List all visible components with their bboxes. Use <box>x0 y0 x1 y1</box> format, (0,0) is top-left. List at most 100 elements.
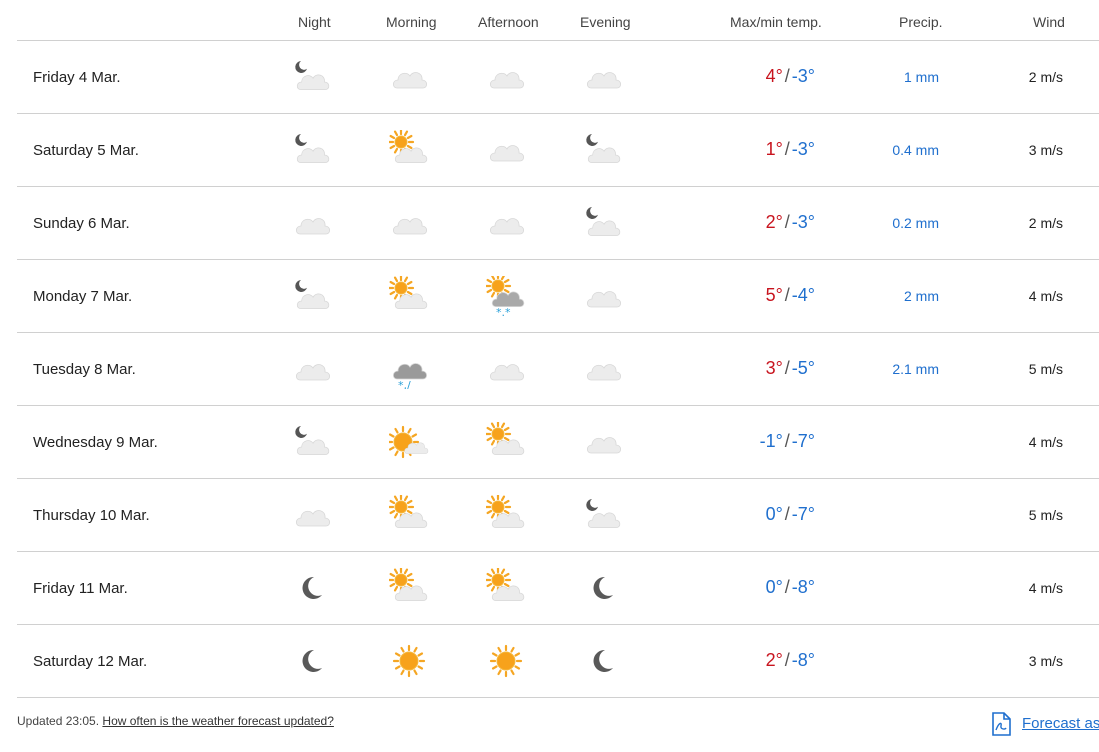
partly-cloudy-night-icon <box>292 130 332 170</box>
max-temp: 2° <box>765 650 783 670</box>
table-row: Thursday 10 Mar. 0° / -7° 5 m/s <box>17 479 1099 552</box>
footer: Updated 23:05. How often is the weather … <box>17 714 334 728</box>
partly-cloudy-day-icon <box>484 420 526 462</box>
svg-text:*,/: *,/ <box>398 379 411 389</box>
temperature: 1° / -3° <box>766 139 815 160</box>
wind-speed: 2 m/s <box>1028 215 1063 231</box>
partly-cloudy-day-icon <box>387 274 429 316</box>
temperature: 5° / -4° <box>766 285 815 306</box>
precipitation: 0.2 mm <box>892 215 939 231</box>
cloudy-icon <box>389 203 429 243</box>
temp-separator: / <box>784 212 790 232</box>
table-row: Sunday 6 Mar. 2° / -3° 0.2 mm 2 m/s <box>17 187 1099 260</box>
wind-speed: 2 m/s <box>1028 69 1063 85</box>
fair-day-icon <box>386 422 429 462</box>
precipitation: 1 mm <box>904 69 939 85</box>
precipitation: 2.1 mm <box>892 361 939 377</box>
temp-separator: / <box>784 504 790 524</box>
min-temp: -7° <box>791 504 815 524</box>
partly-cloudy-night-icon <box>583 495 623 535</box>
table-row: Tuesday 8 Mar. *,/ 3° / -5° 2.1 mm 5 m/s <box>17 333 1099 406</box>
day-label: Saturday 12 Mar. <box>33 653 148 670</box>
partly-cloudy-day-icon <box>484 493 526 535</box>
cloudy-icon <box>292 495 332 535</box>
temperature: -1° / -7° <box>760 431 815 452</box>
wind-speed: 5 m/s <box>1028 361 1063 377</box>
wind-speed: 4 m/s <box>1028 434 1063 450</box>
update-info-link[interactable]: How often is the weather forecast update… <box>102 714 333 728</box>
temperature: 2° / -3° <box>766 212 815 233</box>
max-temp: 4° <box>765 66 783 86</box>
clear-sun-icon <box>389 641 429 681</box>
max-temp: 1° <box>765 139 783 159</box>
clear-sun-icon <box>486 641 526 681</box>
cloudy-icon <box>583 276 623 316</box>
cloudy-icon <box>292 349 332 389</box>
wind-speed: 4 m/s <box>1028 288 1063 304</box>
cloudy-icon <box>583 349 623 389</box>
temp-separator: / <box>784 139 790 159</box>
clear-night-icon <box>292 568 332 608</box>
pdf-icon <box>992 712 1011 736</box>
clear-night-icon <box>292 641 332 681</box>
max-temp: 2° <box>765 212 783 232</box>
table-row: Friday 4 Mar. 4° / -3° 1 mm 2 m/s <box>17 41 1099 114</box>
cloudy-icon <box>583 57 623 97</box>
header-wind: Wind <box>1033 14 1065 30</box>
temp-separator: / <box>784 577 790 597</box>
temp-separator: / <box>784 285 790 305</box>
cloudy-icon <box>486 203 526 243</box>
temperature: 0° / -7° <box>766 504 815 525</box>
temperature: 3° / -5° <box>766 358 815 379</box>
day-label: Saturday 5 Mar. <box>33 142 139 159</box>
temp-separator: / <box>784 358 790 378</box>
updated-text: Updated 23:05. <box>17 714 100 728</box>
wind-speed: 3 m/s <box>1028 653 1063 669</box>
table-header: Night Morning Afternoon Evening Max/min … <box>17 0 1099 41</box>
max-temp: 5° <box>765 285 783 305</box>
min-temp: -4° <box>791 285 815 305</box>
header-temp: Max/min temp. <box>730 14 822 30</box>
table-row: Saturday 5 Mar. 1° / -3° 0.4 mm 3 m/s <box>17 114 1099 187</box>
min-temp: -3° <box>791 139 815 159</box>
max-temp: -1° <box>759 431 783 451</box>
cloudy-icon <box>486 57 526 97</box>
header-morning: Morning <box>386 14 437 30</box>
header-precip: Precip. <box>899 14 943 30</box>
table-row: Saturday 12 Mar. 2° / -8° 3 m/s <box>17 625 1099 698</box>
partly-cloudy-night-icon <box>292 422 332 462</box>
cloudy-icon <box>486 349 526 389</box>
temp-separator: / <box>784 650 790 670</box>
temperature: 4° / -3° <box>766 66 815 87</box>
day-label: Friday 11 Mar. <box>33 580 128 597</box>
min-temp: -5° <box>791 358 815 378</box>
cloudy-icon <box>583 422 623 462</box>
min-temp: -3° <box>791 212 815 232</box>
min-temp: -8° <box>791 650 815 670</box>
wind-speed: 5 m/s <box>1028 507 1063 523</box>
pdf-forecast-label: Forecast as <box>1022 715 1099 732</box>
header-afternoon: Afternoon <box>478 14 539 30</box>
header-evening: Evening <box>580 14 631 30</box>
forecast-table: Night Morning Afternoon Evening Max/min … <box>17 0 1099 698</box>
wind-speed: 4 m/s <box>1028 580 1063 596</box>
cloudy-icon <box>292 203 332 243</box>
table-row: Wednesday 9 Mar. -1° / -7° 4 m/s <box>17 406 1099 479</box>
partly-cloudy-night-icon <box>292 57 332 97</box>
day-label: Sunday 6 Mar. <box>33 215 130 232</box>
partly-cloudy-night-icon <box>583 130 623 170</box>
day-label: Friday 4 Mar. <box>33 69 121 86</box>
max-temp: 3° <box>765 358 783 378</box>
forecast-rows: Friday 4 Mar. 4° / -3° 1 mm 2 m/s Saturday 5 … <box>17 41 1099 698</box>
snow-showers-day-icon: *.* <box>484 272 526 319</box>
svg-text:*.*: *.* <box>496 306 511 316</box>
header-night: Night <box>298 14 331 30</box>
day-label: Tuesday 8 Mar. <box>33 361 136 378</box>
day-label: Monday 7 Mar. <box>33 288 133 305</box>
table-row: Friday 11 Mar. 0° / -8° 4 m/s <box>17 552 1099 625</box>
partly-cloudy-day-icon <box>387 493 429 535</box>
temp-separator: / <box>784 431 790 451</box>
clear-night-icon <box>583 641 623 681</box>
clear-night-icon <box>583 568 623 608</box>
partly-cloudy-night-icon <box>292 276 332 316</box>
